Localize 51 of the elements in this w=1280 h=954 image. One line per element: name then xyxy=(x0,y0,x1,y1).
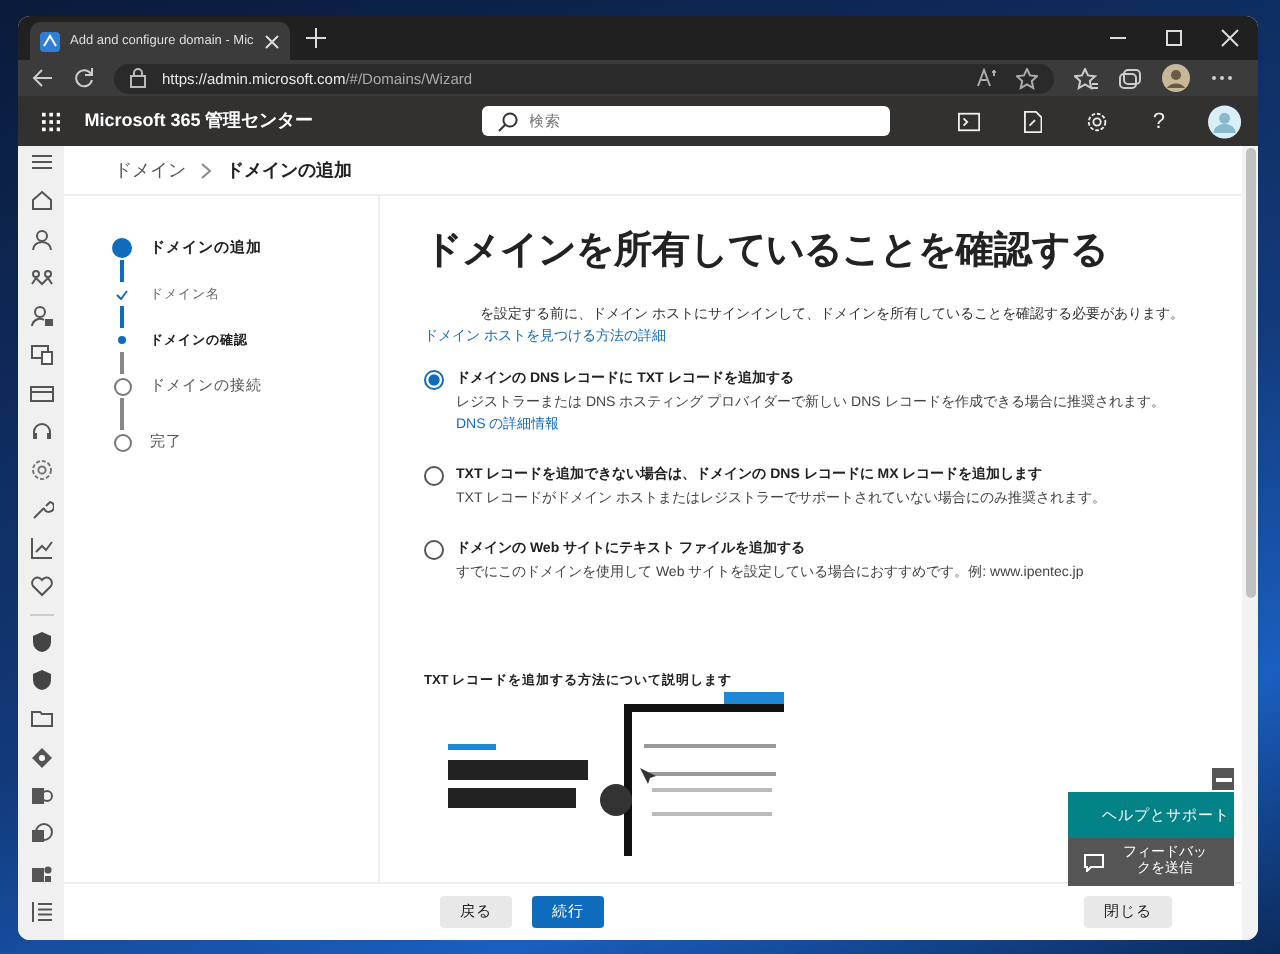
home-icon[interactable] xyxy=(29,188,53,213)
app-launcher-icon[interactable] xyxy=(42,111,61,131)
chevron-right-icon xyxy=(200,161,212,179)
help-button[interactable]: ? xyxy=(1152,109,1165,133)
chart-icon[interactable] xyxy=(29,535,53,560)
scrollbar-thumb[interactable] xyxy=(1245,148,1255,598)
folder-icon[interactable] xyxy=(29,706,53,731)
search-icon xyxy=(497,111,518,131)
wrench-icon[interactable] xyxy=(29,497,53,522)
lock-icon xyxy=(130,68,146,88)
back-icon[interactable] xyxy=(30,68,54,88)
shield-icon[interactable] xyxy=(29,668,53,693)
breadcrumb-current: ドメインの追加 xyxy=(226,157,352,183)
menu-icon[interactable] xyxy=(29,150,53,174)
page-heading: ドメインを所有していることを確認する xyxy=(424,227,1110,276)
sharepoint-icon[interactable] xyxy=(29,822,53,847)
profile-avatar-icon[interactable] xyxy=(1162,64,1190,92)
radio-button[interactable] xyxy=(424,540,444,560)
more-icon[interactable] xyxy=(1210,74,1234,82)
user-icon[interactable] xyxy=(29,227,53,252)
teams-icon[interactable] xyxy=(29,861,53,886)
collections-icon[interactable] xyxy=(1118,67,1142,89)
maximize-icon[interactable] xyxy=(1164,28,1184,48)
minimize-button[interactable] xyxy=(1212,768,1234,790)
list-icon[interactable] xyxy=(29,899,53,924)
refresh-icon[interactable] xyxy=(74,68,94,88)
exchange-icon[interactable] xyxy=(29,784,53,809)
diamond-icon[interactable] xyxy=(29,745,53,770)
terminal-icon[interactable] xyxy=(958,111,981,131)
favorite-star-icon[interactable] xyxy=(1016,67,1038,89)
devices-icon[interactable] xyxy=(29,342,53,367)
app-title: Microsoft 365 管理センター xyxy=(84,108,314,134)
new-tab-icon[interactable] xyxy=(305,28,326,48)
minimize-icon xyxy=(1215,777,1231,781)
comment-icon xyxy=(1084,853,1104,871)
billing-card-icon[interactable] xyxy=(29,381,53,406)
user-lock-icon[interactable] xyxy=(29,304,53,329)
read-aloud-icon[interactable] xyxy=(976,68,1000,88)
favorites-icon[interactable] xyxy=(1074,67,1098,89)
site-icon xyxy=(40,31,60,51)
radio-button[interactable] xyxy=(424,370,444,390)
headset-icon[interactable] xyxy=(29,420,53,445)
close-icon[interactable] xyxy=(263,33,280,49)
health-heart-icon[interactable] xyxy=(29,574,53,599)
close-icon[interactable] xyxy=(1220,28,1240,48)
radio-button[interactable] xyxy=(424,466,444,486)
document-icon[interactable] xyxy=(1024,109,1043,133)
group-icon[interactable] xyxy=(29,265,53,290)
user-avatar-icon[interactable] xyxy=(1208,103,1243,139)
breadcrumb-link[interactable]: ドメイン xyxy=(114,157,186,183)
shield-icon[interactable] xyxy=(29,629,53,654)
